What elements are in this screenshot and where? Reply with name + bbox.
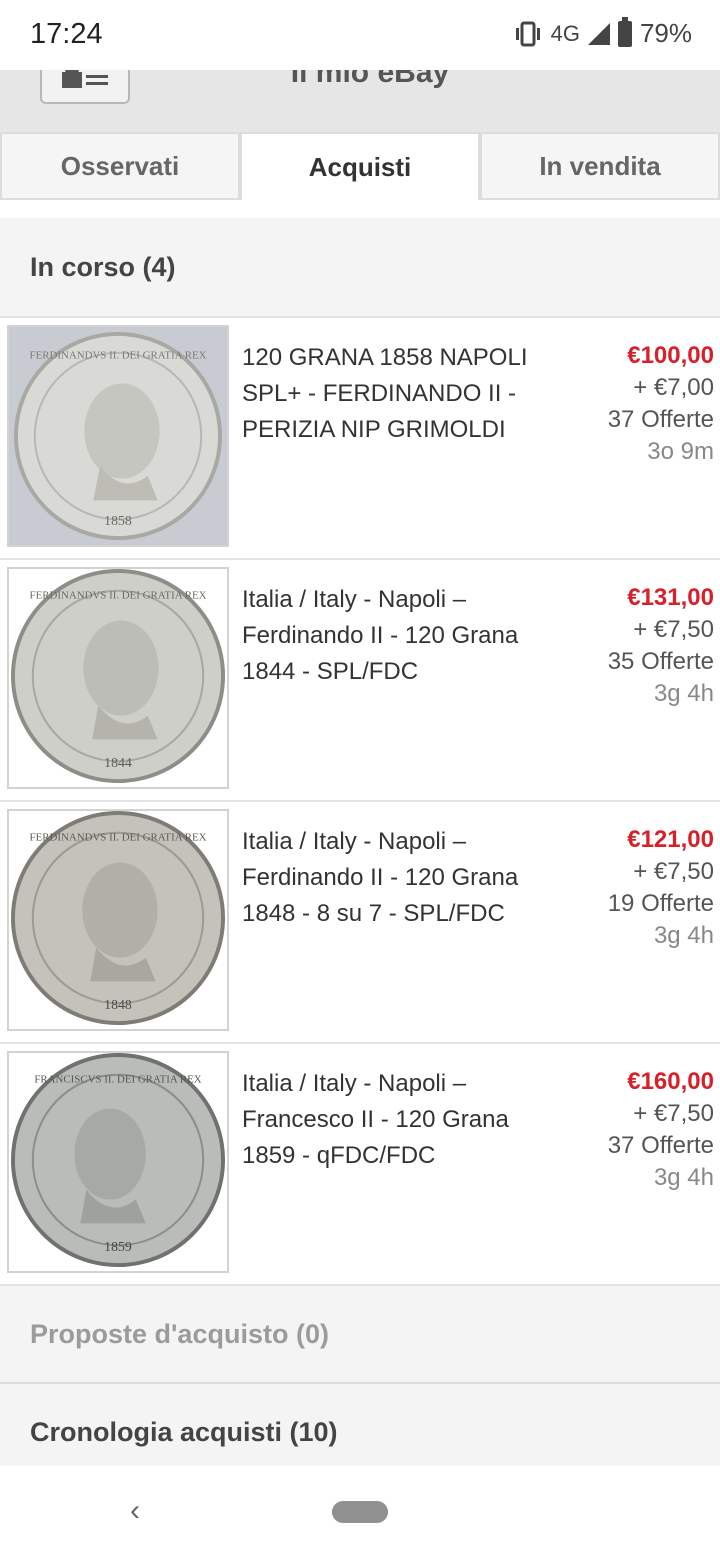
item-price: €121,00 — [627, 826, 714, 853]
coin-image: 1848 FERDINANDVS II. DEI GRATIA REX — [9, 811, 227, 1029]
coin-year: 1859 — [104, 1240, 132, 1255]
item-price: €160,00 — [627, 1068, 714, 1095]
coin-image: 1859 FRANCISCVS II. DEI GRATIA REX — [9, 1053, 227, 1271]
item-price-block: €131,00 + €7,50 35 Offerte 3g 4h — [608, 582, 714, 710]
item-title: Italia / Italy - Napoli – Ferdinando II … — [242, 828, 519, 927]
signal-icon — [587, 22, 610, 45]
purchases-list: In corso (4) 1858 FERDINANDVS II. DEI GR… — [0, 218, 720, 1482]
item-title: Italia / Italy - Napoli – Ferdinando II … — [242, 586, 519, 685]
list-item[interactable]: 1858 FERDINANDVS II. DEI GRATIA REX 120 … — [0, 318, 720, 560]
item-bids: 19 Offerte — [607, 890, 714, 917]
section-offers[interactable]: Proposte d'acquisto (0) — [0, 1286, 720, 1384]
network-type: 4G — [550, 20, 580, 46]
coin-image: 1858 FERDINANDVS II. DEI GRATIA REX — [9, 327, 227, 545]
list-item[interactable]: 1859 FRANCISCVS II. DEI GRATIA REX Itali… — [0, 1044, 720, 1286]
coin-image: 1844 FERDINANDVS II. DEI GRATIA REX — [9, 569, 227, 787]
coin-legend: FERDINANDVS II. DEI GRATIA REX — [30, 590, 207, 602]
page-title: Il mio eBay — [290, 70, 450, 89]
list-item[interactable]: 1844 FERDINANDVS II. DEI GRATIA REX Ital… — [0, 560, 720, 802]
back-icon[interactable]: ‹ — [130, 1494, 140, 1528]
coin-legend: FERDINANDVS II. DEI GRATIA REX — [30, 350, 207, 362]
status-time: 17:24 — [30, 18, 103, 50]
item-thumbnail[interactable]: 1848 FERDINANDVS II. DEI GRATIA REX — [7, 809, 229, 1031]
vibrate-icon — [513, 20, 543, 48]
item-bids: 37 Offerte — [607, 1132, 714, 1159]
battery-icon — [617, 16, 632, 47]
item-title: 120 GRANA 1858 NAPOLI SPL+ - FERDINANDO … — [242, 344, 528, 443]
coin-year: 1858 — [104, 514, 132, 529]
coin-year: 1848 — [104, 998, 132, 1013]
page-header: Il mio eBay — [0, 70, 720, 132]
tab-bar: Osservati Acquisti In vendita — [0, 132, 720, 200]
item-title: Italia / Italy - Napoli – Francesco II -… — [242, 1070, 509, 1169]
list-item[interactable]: 1848 FERDINANDVS II. DEI GRATIA REX Ital… — [0, 802, 720, 1044]
item-time-left: 3g 4h — [653, 680, 714, 707]
section-in-progress[interactable]: In corso (4) — [0, 218, 720, 318]
coin-legend: FERDINANDVS II. DEI GRATIA REX — [30, 832, 207, 844]
item-price: €131,00 — [627, 584, 714, 611]
coin-year: 1844 — [104, 756, 132, 771]
system-nav-bar: ‹ — [0, 1466, 720, 1560]
item-time-left: 3g 4h — [653, 1164, 714, 1191]
tab-acquisti[interactable]: Acquisti — [240, 132, 480, 200]
status-bar: 17:24 4G 79% — [0, 0, 720, 70]
item-shipping: + €7,00 — [633, 374, 714, 401]
item-thumbnail[interactable]: 1858 FERDINANDVS II. DEI GRATIA REX — [7, 325, 229, 547]
item-shipping: + €7,50 — [633, 858, 714, 885]
coin-legend: FRANCISCVS II. DEI GRATIA REX — [34, 1074, 201, 1086]
status-icons: 4G 79% — [505, 16, 692, 49]
item-thumbnail[interactable]: 1859 FRANCISCVS II. DEI GRATIA REX — [7, 1051, 229, 1273]
item-bids: 35 Offerte — [607, 648, 714, 675]
item-time-left: 3o 9m — [647, 438, 714, 465]
item-shipping: + €7,50 — [633, 1100, 714, 1127]
home-pill-icon[interactable] — [332, 1501, 388, 1523]
tab-in-vendita[interactable]: In vendita — [480, 132, 720, 200]
item-bids: 37 Offerte — [607, 406, 714, 433]
tab-osservati[interactable]: Osservati — [0, 132, 240, 200]
item-shipping: + €7,50 — [633, 616, 714, 643]
item-price: €100,00 — [627, 342, 714, 369]
item-price-block: €100,00 + €7,00 37 Offerte 3o 9m — [608, 340, 714, 468]
item-thumbnail[interactable]: 1844 FERDINANDVS II. DEI GRATIA REX — [7, 567, 229, 789]
item-price-block: €121,00 + €7,50 19 Offerte 3g 4h — [608, 824, 714, 952]
item-time-left: 3g 4h — [653, 922, 714, 949]
item-price-block: €160,00 + €7,50 37 Offerte 3g 4h — [608, 1066, 714, 1194]
battery-level: 79% — [639, 18, 692, 48]
